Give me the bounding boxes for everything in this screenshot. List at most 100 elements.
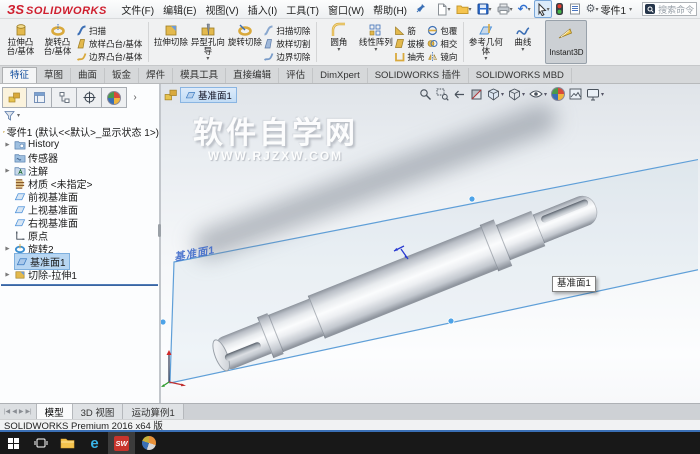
reference-geometry-button[interactable]: 参考几何体 ▾ (467, 20, 504, 64)
tab-displaymanager[interactable] (102, 87, 127, 108)
pin-menu-icon[interactable] (416, 0, 426, 18)
expander-icon[interactable]: ▶ (3, 246, 12, 252)
edit-appearance-button[interactable] (551, 87, 566, 101)
menu-insert[interactable]: 插入(I) (243, 2, 281, 17)
tab-features[interactable]: 特征 (2, 67, 38, 83)
hole-wizard-button[interactable]: 异型孔向导 ▾ (189, 20, 226, 64)
tab-sheet-metal[interactable]: 钣金 (105, 68, 140, 83)
chevron-down-icon[interactable]: ▾ (374, 47, 377, 53)
swept-cut-button[interactable]: 扫描切除 (263, 24, 313, 37)
revolved-cut-button[interactable]: 旋转切除 (226, 20, 263, 64)
revolved-boss-button[interactable]: 旋转凸台/基体 (39, 20, 76, 64)
new-document-button[interactable]: ▾ (434, 0, 453, 18)
menu-tools[interactable]: 工具(T) (282, 2, 324, 17)
swept-boss-button[interactable]: 扫描 (76, 24, 145, 37)
solidworks-taskbar-button[interactable]: SW (108, 432, 135, 454)
rebuild-button[interactable] (553, 0, 566, 18)
tab-propertymanager[interactable] (27, 87, 52, 108)
tab-dimxpert[interactable]: DimXpert (313, 68, 368, 83)
tab-configurationmanager[interactable] (52, 87, 77, 108)
boundary-cut-button[interactable]: 边界切除 (263, 50, 313, 63)
tab-direct-editing[interactable]: 直接编辑 (226, 68, 280, 83)
first-tab-button[interactable]: |◀ (4, 408, 10, 415)
chevron-down-icon[interactable]: ▾ (521, 47, 524, 53)
shell-button[interactable]: 抽壳 (394, 50, 427, 63)
start-button[interactable] (0, 432, 27, 454)
expander-icon[interactable]: ▶ (3, 142, 12, 148)
menu-window[interactable]: 窗口(W) (324, 2, 369, 17)
next-tab-button[interactable]: ▶ (19, 408, 24, 415)
edge-browser-button[interactable]: e (81, 432, 108, 454)
chevron-down-icon[interactable]: ▾ (206, 56, 209, 62)
view-settings-button[interactable]: ▾ (586, 88, 604, 101)
save-button[interactable]: ▾ (475, 0, 494, 18)
previous-view-button[interactable] (453, 88, 466, 101)
select-button[interactable]: ▾ (533, 0, 552, 18)
tree-item-sensors[interactable]: 传感器 (0, 151, 159, 165)
chevron-down-icon[interactable]: ▾ (484, 56, 487, 62)
open-button[interactable]: ▾ (454, 0, 474, 18)
tab-sketch[interactable]: 草图 (37, 68, 72, 83)
zoom-to-fit-button[interactable] (419, 88, 432, 101)
intersect-button[interactable]: 相交 (427, 37, 460, 50)
fillet-button[interactable]: 圆角 ▾ (320, 20, 357, 64)
apply-scene-button[interactable] (569, 88, 582, 100)
linear-pattern-button[interactable]: 线性阵列 ▾ (357, 20, 394, 64)
menu-view[interactable]: 视图(V) (201, 2, 243, 17)
document-switcher[interactable]: 零件1 ▾ (601, 2, 633, 17)
chevron-down-icon[interactable]: ▾ (337, 47, 340, 53)
extruded-cut-button[interactable]: 拉伸切除 (152, 20, 189, 64)
menu-help[interactable]: 帮助(H) (369, 2, 412, 17)
tree-item-top-plane[interactable]: 上视基准面 (0, 203, 159, 217)
mirror-button[interactable]: 镜向 (427, 50, 460, 63)
display-style-button[interactable]: ▾ (508, 88, 525, 101)
tab-dimxpertmanager[interactable] (77, 87, 102, 108)
extruded-boss-button[interactable]: 拉伸凸台/基体 (2, 20, 39, 64)
section-view-button[interactable] (470, 88, 483, 101)
tab-solidworks-addins[interactable]: SOLIDWORKS 插件 (368, 68, 469, 83)
file-properties-button[interactable] (567, 0, 583, 18)
options-button[interactable]: ⚙ ▾ (584, 0, 601, 18)
tab-mold-tools[interactable]: 模具工具 (173, 68, 227, 83)
manager-tabs-overflow[interactable]: › (127, 87, 143, 108)
media-player-button[interactable] (135, 432, 162, 454)
tree-item-right-plane[interactable]: 右视基准面 (0, 216, 159, 230)
tab-surfaces[interactable]: 曲面 (71, 68, 106, 83)
shaft-end-right[interactable] (532, 191, 602, 243)
tree-item-material[interactable]: 材质 <未指定> (0, 177, 159, 191)
keyway-slot-right[interactable] (540, 198, 590, 224)
wrap-button[interactable]: 包覆 (427, 24, 460, 37)
previous-tab-button[interactable]: ◀ (12, 408, 17, 415)
expander-icon[interactable]: ▶ (3, 272, 12, 278)
lofted-cut-button[interactable]: 放样切割 (263, 37, 313, 50)
tab-model[interactable]: 模型 (36, 404, 73, 419)
menu-file[interactable]: 文件(F) (117, 2, 159, 17)
command-search-input[interactable]: 搜索命令 (642, 2, 698, 16)
tab-weldments[interactable]: 焊件 (139, 68, 174, 83)
breadcrumb-selected-item[interactable]: 基准面1 (180, 87, 237, 103)
curves-button[interactable]: 曲线 ▾ (504, 20, 541, 64)
search-scope-icon[interactable] (645, 4, 656, 14)
draft-button[interactable]: 拔模 (394, 37, 427, 50)
graphics-viewport[interactable]: 软件自学网 WWW.RJZXW.COM 基准面1 基准面1 基准面1 ▾ ▾ ▾… (161, 84, 700, 403)
zoom-to-area-button[interactable] (436, 88, 449, 101)
tree-filter[interactable]: ▾ (0, 108, 159, 123)
task-view-button[interactable] (27, 432, 54, 454)
lofted-boss-button[interactable]: 放样凸台/基体 (76, 37, 145, 50)
menu-edit[interactable]: 编辑(E) (159, 2, 201, 17)
tree-item-history[interactable]: ▶ History (0, 138, 159, 151)
tree-item-plane1[interactable]: 基准面1 (0, 253, 159, 270)
tab-evaluate[interactable]: 评估 (279, 68, 314, 83)
tree-item-front-plane[interactable]: 前视基准面 (0, 190, 159, 204)
undo-button[interactable]: ↶ ▾ (516, 0, 533, 18)
print-button[interactable]: ▾ (495, 0, 515, 18)
boundary-boss-button[interactable]: 边界凸台/基体 (76, 50, 145, 63)
tree-item-origin[interactable]: 原点 (0, 229, 159, 243)
expander-icon[interactable]: ▶ (3, 168, 12, 174)
hide-show-items-button[interactable]: ▾ (529, 88, 547, 100)
tree-item-cut-extrude1[interactable]: ▶ 切除-拉伸1 (0, 268, 159, 282)
keyway-slot-left[interactable] (223, 341, 262, 362)
rib-button[interactable]: 筋 (394, 24, 427, 37)
tree-root[interactable]: 零件1 (默认<<默认>_显示状态 1>) (0, 125, 159, 139)
instant3d-toggle-button[interactable]: Instant3D (545, 20, 588, 64)
